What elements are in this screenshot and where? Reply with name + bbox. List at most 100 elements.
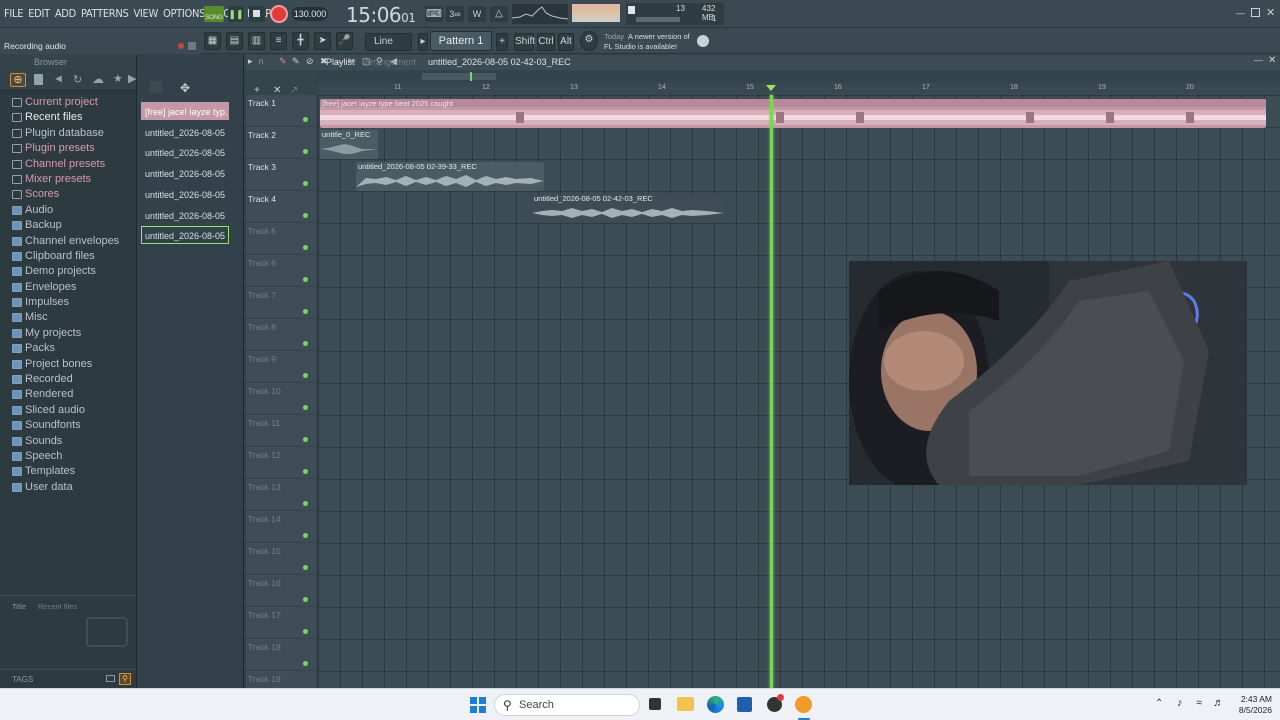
- track-mute-led[interactable]: [303, 117, 308, 122]
- browser-back-icon[interactable]: ◄: [53, 73, 64, 85]
- file-explorer-icon[interactable]: [677, 697, 694, 711]
- minimize-button[interactable]: —: [1236, 8, 1246, 18]
- browser-item-backup[interactable]: Backup: [0, 218, 136, 233]
- browser-item-sliced-audio[interactable]: Sliced audio: [0, 403, 136, 418]
- metronome-icon[interactable]: △: [490, 6, 508, 22]
- track-mute-led[interactable]: [303, 181, 308, 186]
- playlist-tool-delete-icon[interactable]: ⊘: [306, 56, 314, 67]
- browser-item-clipboard-files[interactable]: Clipboard files: [0, 249, 136, 264]
- browser-item-soundfonts[interactable]: Soundfonts: [0, 418, 136, 433]
- browser-item-rendered[interactable]: Rendered: [0, 387, 136, 402]
- picker-magnet-icon[interactable]: [150, 81, 162, 93]
- track-header[interactable]: Track 3: [246, 159, 316, 191]
- playlist-tool-draw-icon[interactable]: ✎: [279, 56, 287, 67]
- news-icon[interactable]: ⚙: [580, 31, 598, 51]
- mixer-icon[interactable]: ╋: [292, 32, 309, 50]
- menu-view[interactable]: VIEW: [133, 7, 158, 20]
- track-header[interactable]: Track 17: [246, 607, 316, 639]
- browser-item-recent-files[interactable]: Recent files: [0, 110, 136, 125]
- browser-item-scores[interactable]: Scores: [0, 187, 136, 202]
- track-header[interactable]: Track 13: [246, 479, 316, 511]
- browser-star-icon[interactable]: ★: [113, 72, 123, 85]
- track-header[interactable]: Track 8: [246, 319, 316, 351]
- close-button[interactable]: ✕: [1266, 6, 1276, 19]
- playlist-close-button[interactable]: ✕: [1268, 55, 1276, 66]
- track-mute-led[interactable]: [303, 469, 308, 474]
- audio-clip-rec-2[interactable]: untitled_2026-08-05 02-39-33_REC: [356, 162, 544, 191]
- start-button[interactable]: [470, 697, 486, 713]
- ctrl-key-button[interactable]: Ctrl: [537, 33, 555, 51]
- edge-icon[interactable]: [707, 696, 724, 713]
- picker-move-icon[interactable]: ✥: [180, 81, 190, 95]
- playlist-minimize-button[interactable]: —: [1254, 55, 1263, 65]
- track-header[interactable]: Track 11: [246, 415, 316, 447]
- browser-item-my-projects[interactable]: My projects: [0, 326, 136, 341]
- track-header[interactable]: Track 2: [246, 127, 316, 159]
- volume-icon[interactable]: ♬: [1213, 697, 1224, 709]
- playlist-tool-paint-icon[interactable]: ✎: [292, 56, 300, 67]
- browser-item-plugin-presets[interactable]: Plugin presets: [0, 141, 136, 156]
- track-mute-led[interactable]: [303, 277, 308, 282]
- track-mute-led[interactable]: [303, 565, 308, 570]
- song-mode-toggle[interactable]: SONG: [204, 6, 224, 22]
- track-header[interactable]: Track 18: [246, 639, 316, 671]
- browser-item-channel-presets[interactable]: Channel presets: [0, 157, 136, 172]
- track-mute-led[interactable]: [303, 533, 308, 538]
- playlist-clip-name[interactable]: untitled_2026-08-05 02-42-03_REC: [428, 57, 571, 67]
- tags-search-icon[interactable]: ⚲: [119, 673, 131, 685]
- browser-item-mixer-presets[interactable]: Mixer presets: [0, 172, 136, 187]
- playlist-view-icon[interactable]: ▦: [204, 32, 221, 50]
- wifi-icon[interactable]: ≈: [1196, 697, 1202, 709]
- browser-item-audio[interactable]: Audio: [0, 203, 136, 218]
- globe-icon[interactable]: [697, 35, 709, 47]
- app-icon-camera[interactable]: [767, 694, 784, 712]
- wait-icon[interactable]: W: [468, 6, 486, 22]
- track-mute-led[interactable]: [303, 661, 308, 666]
- browser-item-envelopes[interactable]: Envelopes: [0, 280, 136, 295]
- store-icon[interactable]: [737, 697, 752, 712]
- track-mute-led[interactable]: [303, 597, 308, 602]
- channel-rack-icon[interactable]: ▤: [226, 32, 243, 50]
- browser-item-user-data[interactable]: User data: [0, 480, 136, 495]
- pattern-prev-icon[interactable]: ▸: [418, 33, 428, 51]
- audio-clip-beat[interactable]: [free] jace! iayze type beat 2025 caught: [320, 99, 1266, 128]
- menu-options[interactable]: OPTIONS: [163, 7, 205, 20]
- picker-item[interactable]: untitled_2026-08-05 02-...: [141, 226, 229, 245]
- news-text-1[interactable]: A newer version of: [628, 32, 690, 41]
- browser-cloud-icon[interactable]: ☁: [92, 72, 104, 86]
- track-mute-led[interactable]: [303, 405, 308, 410]
- record-button[interactable]: [270, 5, 288, 23]
- step-seq-icon[interactable]: ➤: [314, 32, 331, 50]
- track-header[interactable]: Track 15: [246, 543, 316, 575]
- task-view-icon[interactable]: [649, 698, 661, 710]
- picker-item[interactable]: untitled_2026-08-05 02-...: [141, 185, 229, 203]
- audio-clip-rec-1[interactable]: untitle_0_REC: [320, 130, 378, 159]
- browser-item-project-bones[interactable]: Project bones: [0, 357, 136, 372]
- menu-file[interactable]: FILE: [4, 7, 23, 20]
- track-mute-led[interactable]: [303, 437, 308, 442]
- menu-patterns[interactable]: PATTERNS: [81, 7, 129, 20]
- track-header[interactable]: Track 9: [246, 351, 316, 383]
- browser-item-plugin-database[interactable]: Plugin database: [0, 126, 136, 141]
- tags-folder-icon[interactable]: [106, 675, 115, 682]
- track-header[interactable]: Track 6: [246, 255, 316, 287]
- menu-edit[interactable]: EDIT: [28, 7, 50, 20]
- track-header[interactable]: Track 14: [246, 511, 316, 543]
- tempo-display[interactable]: 130.000: [292, 7, 328, 21]
- browser-file-icon[interactable]: [34, 74, 43, 85]
- track-header[interactable]: Track 7: [246, 287, 316, 319]
- browser-item-templates[interactable]: Templates: [0, 464, 136, 479]
- track-mute-led[interactable]: [303, 245, 308, 250]
- picker-item[interactable]: untitled_2026-08-05 02-...: [141, 123, 229, 141]
- maximize-button[interactable]: [1251, 8, 1260, 17]
- track-header[interactable]: Track 10: [246, 383, 316, 415]
- track-mute-led[interactable]: [303, 149, 308, 154]
- alt-key-button[interactable]: Alt: [558, 33, 574, 51]
- picker-item[interactable]: untitled_2026-08-05 02-...: [141, 206, 229, 224]
- browser-options-icon[interactable]: ⊕: [10, 73, 26, 87]
- playlist-arrow-icon[interactable]: ▸: [248, 56, 253, 67]
- pattern-select[interactable]: Pattern 1: [430, 31, 492, 51]
- browser-item-impulses[interactable]: Impulses: [0, 295, 136, 310]
- news-text-2[interactable]: FL Studio is available!: [604, 42, 677, 51]
- track-header[interactable]: Track 4: [246, 191, 316, 223]
